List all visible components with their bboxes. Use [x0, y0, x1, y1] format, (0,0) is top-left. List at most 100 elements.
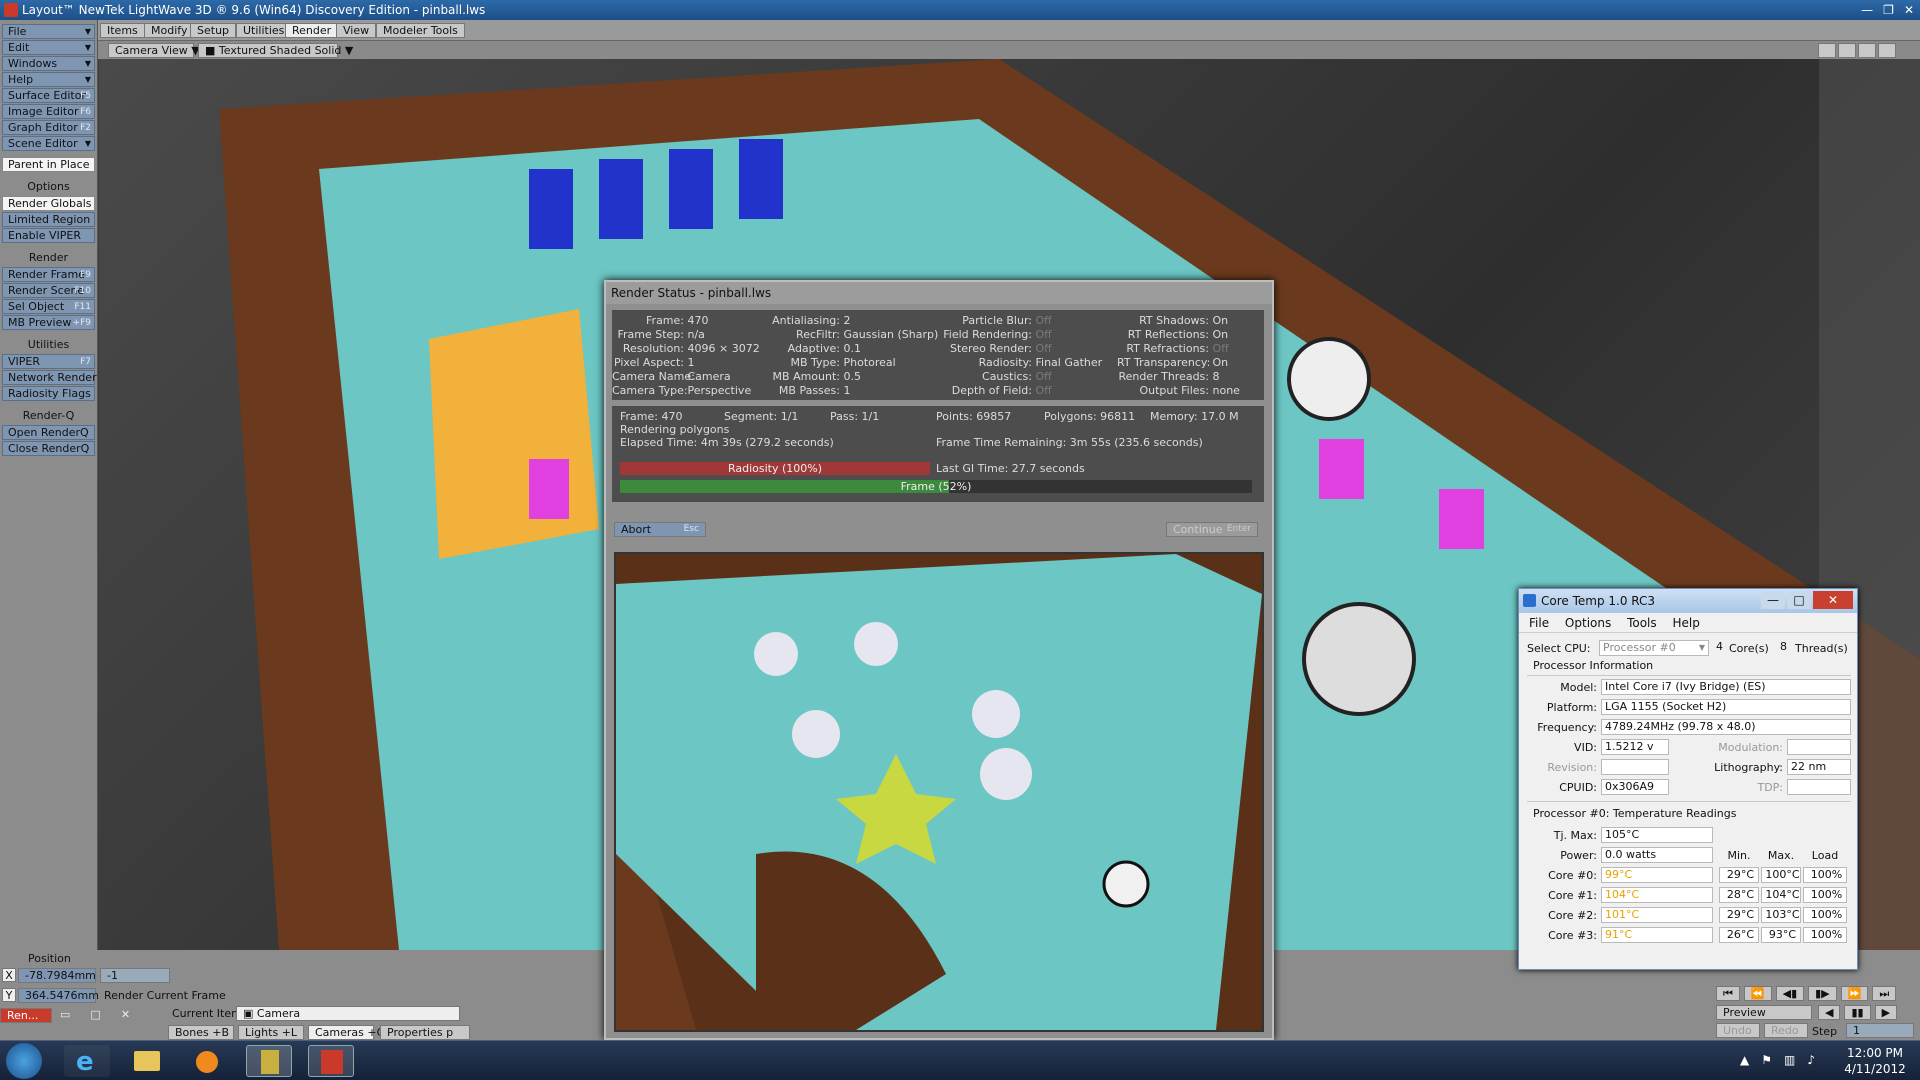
restore-icon[interactable]: ▭ [60, 1008, 70, 1024]
start-button-icon[interactable] [6, 1043, 42, 1079]
render-status-window[interactable]: Render Status - pinball.lws Frame: 470 F… [604, 280, 1274, 1040]
clock[interactable]: 12:00 PM 4/11/2012 [1840, 1045, 1910, 1077]
internet-explorer-icon[interactable]: e [64, 1045, 110, 1077]
limited-region-button[interactable]: Limited Region [2, 212, 95, 227]
tab-render[interactable]: Render [285, 23, 339, 38]
tab-modify[interactable]: Modify [144, 23, 195, 38]
media-player-icon[interactable] [184, 1045, 230, 1077]
play-icon[interactable]: ▶ [1874, 1005, 1898, 1020]
prev-key-icon[interactable]: ⏪ [1743, 986, 1772, 1001]
step-field[interactable]: 1 [1846, 1023, 1914, 1038]
close-icon[interactable]: ✕ [1813, 591, 1853, 609]
windows-menu[interactable]: Windows [2, 56, 95, 71]
cameras-button[interactable]: Cameras +C [308, 1025, 384, 1040]
edit-menu[interactable]: Edit [2, 40, 95, 55]
play-reverse-icon[interactable]: ◀ [1818, 1005, 1841, 1020]
first-frame-icon[interactable]: ⏮ [1716, 986, 1740, 1001]
x-axis-toggle[interactable]: X [2, 968, 16, 982]
shortcut-key: F7 [80, 357, 91, 367]
yellow-ramp [429, 309, 599, 559]
enable-viper-button[interactable]: Enable VIPER [2, 228, 95, 243]
viewport-move-icon[interactable] [1818, 43, 1836, 58]
frame-field[interactable]: -1 [100, 968, 170, 983]
viper-button[interactable]: VIPER F7 [2, 354, 95, 369]
continue-button[interactable]: Continue Enter [1166, 522, 1258, 537]
properties-button[interactable]: Properties p [380, 1025, 470, 1040]
settings-col-3: Particle Blur: Off Field Rendering: Off … [942, 314, 1102, 398]
bones-button[interactable]: Bones +B [168, 1025, 234, 1040]
radiosity-flags-button[interactable]: Radiosity Flags [2, 386, 95, 401]
maximize-button[interactable]: ❐ [1883, 0, 1894, 20]
close-renderq-button[interactable]: Close RenderQ [2, 441, 95, 456]
menu-help[interactable]: Help [1672, 616, 1699, 630]
graph-editor-button[interactable]: Graph Editor F2 [2, 120, 95, 135]
menu-tools[interactable]: Tools [1627, 616, 1657, 630]
tab-view[interactable]: View [336, 23, 377, 38]
mb-preview-button[interactable]: MB Preview +F9 [2, 315, 95, 330]
volume-icon[interactable]: ♪ [1807, 1053, 1815, 1067]
settings-col-4: RT Shadows: On RT Reflections: On RT Ref… [1117, 314, 1262, 398]
menu-options[interactable]: Options [1565, 616, 1611, 630]
action-center-icon[interactable]: ⚑ [1761, 1053, 1772, 1067]
abort-button[interactable]: Abort Esc [614, 522, 706, 537]
frame-progress-label: Frame (52%) [900, 480, 972, 493]
current-item-dropdown[interactable]: ▣ Camera [236, 1006, 460, 1021]
bumper-post [1439, 489, 1484, 549]
soccer-ball-icon [1302, 602, 1416, 716]
vid-value: 1.5212 v [1601, 739, 1669, 755]
parent-in-place-toggle[interactable]: Parent in Place [2, 157, 95, 172]
network-icon[interactable]: ▥ [1784, 1053, 1795, 1067]
core-temp-task-icon[interactable] [246, 1045, 292, 1077]
prev-frame-icon[interactable]: ◀▮ [1775, 986, 1805, 1001]
setting-value: Off [1035, 314, 1052, 327]
tab-items[interactable]: Items [100, 23, 145, 38]
tab-modeler-tools[interactable]: Modeler Tools [376, 23, 465, 38]
viewport-maximize-icon[interactable] [1878, 43, 1896, 58]
close-button[interactable]: ✕ [1904, 0, 1914, 20]
lights-button[interactable]: Lights +L [238, 1025, 304, 1040]
maximize-icon[interactable]: □ [90, 1008, 100, 1024]
render-task-window[interactable]: Ren... [0, 1008, 52, 1023]
minimize-icon[interactable]: — [1761, 591, 1785, 609]
menu-file[interactable]: File [1529, 616, 1549, 630]
open-renderq-button[interactable]: Open RenderQ [2, 425, 95, 440]
last-frame-icon[interactable]: ⏭ [1872, 986, 1897, 1001]
sel-object-button[interactable]: Sel Object F11 [2, 299, 95, 314]
maximize-icon[interactable]: □ [1787, 591, 1811, 609]
image-editor-button[interactable]: Image Editor F6 [2, 104, 95, 119]
file-explorer-icon[interactable] [124, 1045, 170, 1077]
surface-editor-button[interactable]: Surface Editor F5 [2, 88, 95, 103]
core-min-value: 26°C [1719, 927, 1759, 943]
network-render-button[interactable]: Network Render [2, 370, 97, 385]
core-temp-window[interactable]: Core Temp 1.0 RC3 — □ ✕ File Options Too… [1518, 588, 1858, 970]
next-frame-icon[interactable]: ▮▶ [1808, 986, 1837, 1001]
tab-setup[interactable]: Setup [190, 23, 237, 38]
minimize-button[interactable]: — [1861, 0, 1873, 20]
pause-icon[interactable]: ▮▮ [1844, 1005, 1871, 1020]
lightwave-task-icon[interactable] [308, 1045, 354, 1077]
preview-dropdown[interactable]: Preview [1716, 1005, 1812, 1020]
viewport-rotate-icon[interactable] [1838, 43, 1856, 58]
view-mode-dropdown[interactable]: Camera View ▼ [108, 43, 200, 58]
y-position-field[interactable]: 364.5476mm [18, 988, 99, 1003]
shortcut-key: F10 [74, 286, 91, 296]
render-globals-button[interactable]: Render Globals [2, 196, 95, 211]
shading-dropdown[interactable]: ■ Textured Shaded Solid ▼ [198, 43, 353, 58]
redo-button[interactable]: Redo [1764, 1023, 1808, 1038]
scene-editor-button[interactable]: Scene Editor [2, 136, 95, 151]
play-controls: ◀ ▮▮ ▶ [1818, 1005, 1898, 1020]
close-icon[interactable]: ✕ [121, 1008, 130, 1024]
viewport-zoom-icon[interactable] [1858, 43, 1876, 58]
y-axis-toggle[interactable]: Y [2, 988, 16, 1002]
x-position-field[interactable]: -78.7984mm [18, 968, 96, 983]
select-cpu-dropdown[interactable]: Processor #0 ▼ [1599, 640, 1709, 656]
file-menu[interactable]: File [2, 24, 95, 39]
help-menu[interactable]: Help [2, 72, 95, 87]
tray-expand-icon[interactable]: ▲ [1740, 1053, 1749, 1067]
core-temp-titlebar: Core Temp 1.0 RC3 — □ ✕ [1519, 589, 1857, 613]
tab-utilities[interactable]: Utilities [236, 23, 292, 38]
render-frame-button[interactable]: Render Frame F9 [2, 267, 95, 282]
undo-button[interactable]: Undo [1716, 1023, 1760, 1038]
render-scene-button[interactable]: Render Scene F10 [2, 283, 95, 298]
next-key-icon[interactable]: ⏩ [1840, 986, 1869, 1001]
